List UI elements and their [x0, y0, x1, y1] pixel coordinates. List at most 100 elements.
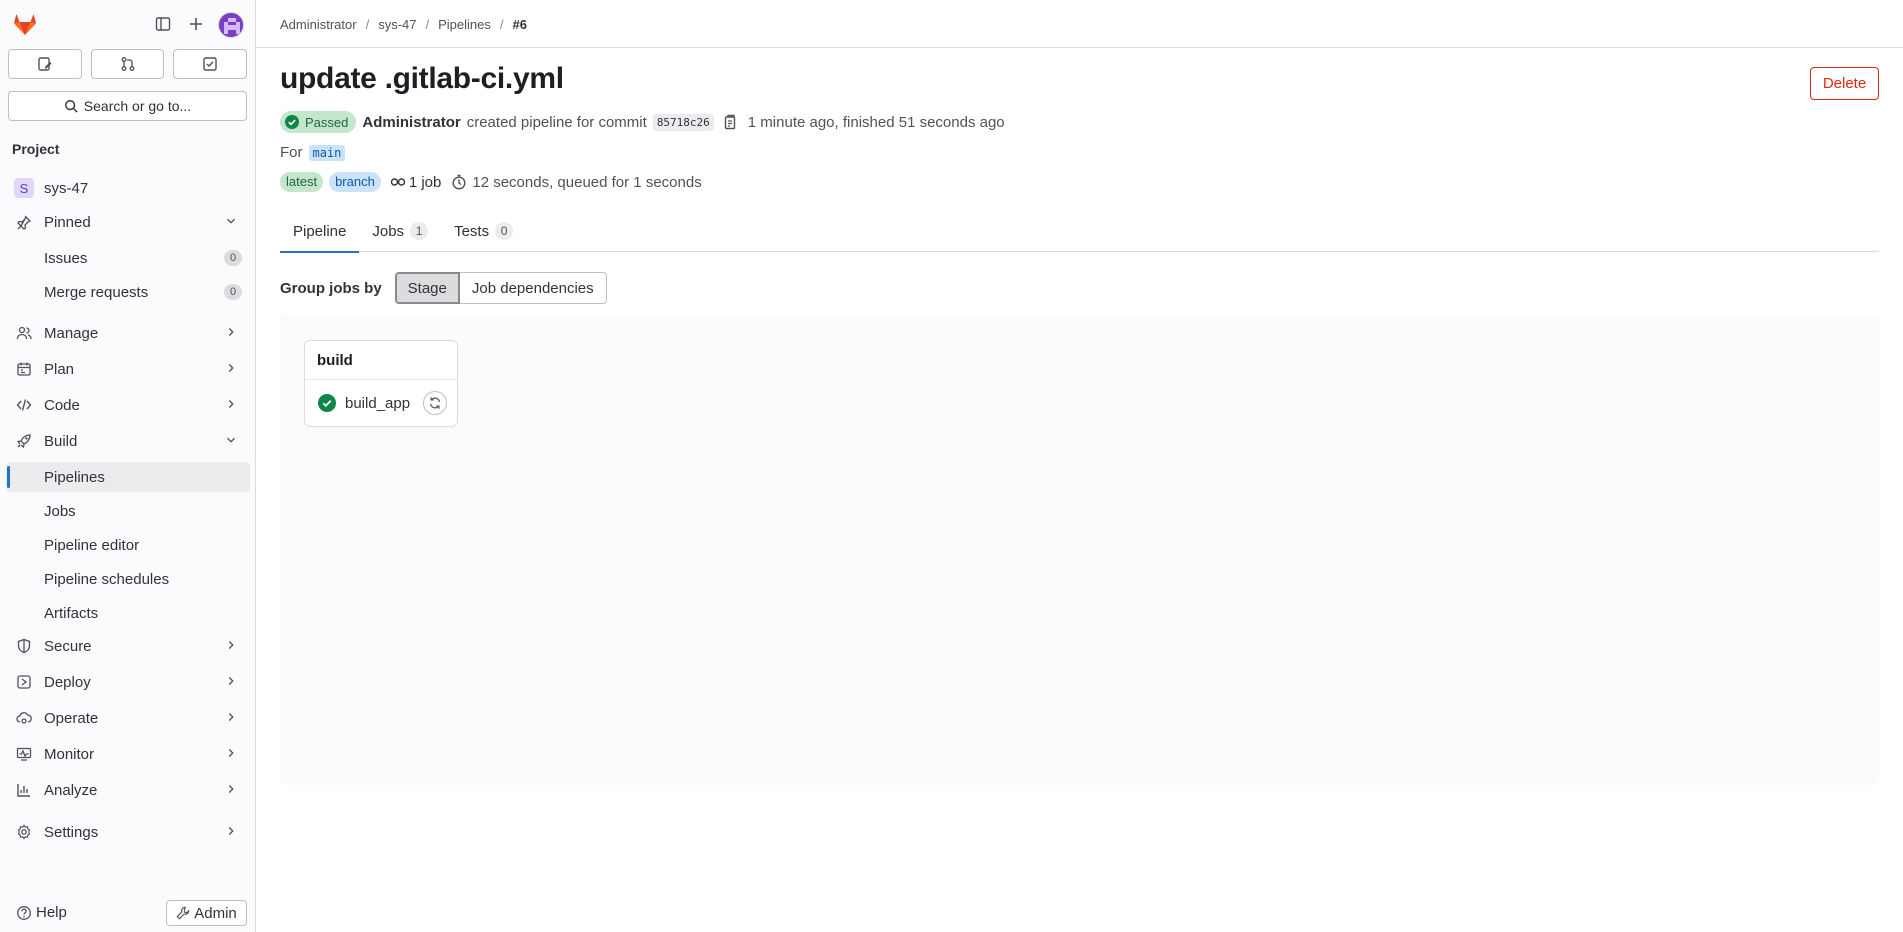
sidebar-item-pipeline-editor[interactable]: Pipeline editor	[6, 530, 250, 560]
created-text: created pipeline for commit	[466, 113, 647, 131]
issues-button[interactable]	[8, 49, 82, 79]
sidebar-item-pipelines[interactable]: Pipelines	[6, 462, 250, 492]
sidebar-item-deploy[interactable]: Deploy	[6, 667, 250, 697]
breadcrumb-item[interactable]: Administrator	[280, 17, 357, 32]
pin-icon	[14, 212, 34, 232]
sidebar-item-label: sys-47	[44, 179, 89, 197]
chevron-right-icon	[224, 746, 238, 764]
chart-icon	[14, 780, 34, 800]
sidebar: Search or go to... Project S sys-47 Pinn…	[0, 0, 256, 932]
tab-jobs[interactable]: Jobs 1	[359, 210, 441, 252]
tab-tests[interactable]: Tests 0	[441, 210, 526, 252]
chevron-right-icon	[224, 638, 238, 656]
sidebar-item-artifacts[interactable]: Artifacts	[6, 598, 250, 628]
status-badge[interactable]: Passed	[280, 111, 357, 133]
chevron-right-icon	[224, 325, 238, 343]
chevron-right-icon	[224, 397, 238, 415]
sidebar-item-analyze[interactable]: Analyze	[6, 775, 250, 805]
merge-requests-button[interactable]	[90, 49, 165, 79]
sidebar-item-merge-requests[interactable]: Merge requests 0	[6, 277, 250, 307]
admin-button[interactable]: Admin	[166, 900, 247, 926]
chevron-down-icon	[224, 433, 238, 451]
avatar[interactable]	[218, 12, 244, 38]
search-button[interactable]: Search or go to...	[8, 91, 247, 121]
divider	[305, 379, 457, 380]
sidebar-item-plan[interactable]: Plan	[6, 354, 250, 384]
latest-badge: latest	[280, 172, 324, 192]
merge-requests-count-badge: 0	[224, 284, 242, 300]
tab-pipeline[interactable]: Pipeline	[280, 210, 360, 253]
breadcrumb-item[interactable]: sys-47	[378, 17, 416, 32]
clock-icon	[452, 174, 466, 190]
breadcrumb-current[interactable]: #6	[513, 17, 527, 32]
retry-icon	[430, 397, 440, 409]
duration-label: 12 seconds, queued for 1 seconds	[472, 173, 702, 191]
group-by-dependencies-button[interactable]: Job dependencies	[459, 272, 607, 304]
sidebar-item-operate[interactable]: Operate	[6, 703, 250, 733]
sidebar-item-pinned[interactable]: Pinned	[6, 207, 250, 237]
monitor-icon	[14, 744, 34, 764]
breadcrumb-separator: /	[425, 17, 430, 32]
sidebar-item-issues[interactable]: Issues 0	[6, 243, 250, 273]
group-by-stage-button[interactable]: Stage	[394, 272, 460, 304]
for-label: For	[280, 144, 303, 161]
stage-column: build build_app	[304, 340, 458, 427]
tab-count-badge: 1	[410, 222, 429, 240]
sidebar-item-label: Plan	[44, 360, 75, 378]
sidebar-toggle-icon[interactable]	[153, 14, 173, 34]
pipeline-graph: build build_app	[280, 315, 1879, 785]
sidebar-header	[0, 0, 255, 48]
sidebar-item-label: Analyze	[44, 781, 98, 799]
job-count-label: 1 job	[408, 173, 442, 191]
pipeline-ref-row: For main	[280, 144, 346, 161]
admin-label: Admin	[194, 904, 237, 922]
copy-icon[interactable]	[724, 114, 738, 130]
search-icon	[64, 100, 78, 113]
sidebar-item-label: Code	[44, 396, 80, 414]
sidebar-item-code[interactable]: Code	[6, 390, 250, 420]
job-item[interactable]: build_app	[317, 390, 447, 416]
issues-count-badge: 0	[224, 250, 242, 266]
pipeline-icon	[390, 178, 406, 186]
author-link[interactable]: Administrator	[362, 114, 460, 131]
sidebar-item-label: Operate	[44, 709, 99, 727]
job-name: build_app	[345, 394, 411, 412]
plus-icon[interactable]	[186, 14, 206, 34]
sidebar-item-settings[interactable]: Settings	[6, 817, 250, 847]
sidebar-item-pipeline-schedules[interactable]: Pipeline schedules	[6, 564, 250, 594]
shield-icon	[14, 636, 34, 656]
retry-button[interactable]	[423, 391, 447, 415]
sidebar-item-project[interactable]: S sys-47	[6, 173, 250, 203]
chevron-right-icon	[224, 710, 238, 728]
calendar-icon	[14, 359, 34, 379]
issues-icon	[38, 57, 52, 71]
sidebar-item-label: Pipeline schedules	[44, 570, 170, 588]
sidebar-item-jobs[interactable]: Jobs	[6, 496, 250, 526]
tab-label: Pipeline	[293, 222, 347, 240]
sidebar-item-label: Build	[44, 432, 78, 450]
gitlab-tanuki-icon[interactable]	[12, 12, 38, 36]
sidebar-item-manage[interactable]: Manage	[6, 318, 250, 348]
todos-button[interactable]	[173, 49, 248, 79]
branch-badge: branch	[329, 172, 381, 192]
sidebar-item-label: Monitor	[44, 745, 95, 763]
sidebar-item-label: Jobs	[44, 502, 76, 520]
project-avatar: S	[14, 178, 34, 198]
breadcrumb-item[interactable]: Pipelines	[438, 17, 491, 32]
help-button[interactable]: Help	[16, 904, 67, 921]
sidebar-item-label: Deploy	[44, 673, 91, 691]
sidebar-item-label: Secure	[44, 637, 92, 655]
stage-title: build	[317, 352, 353, 369]
delete-button[interactable]: Delete	[1810, 67, 1879, 100]
sidebar-item-monitor[interactable]: Monitor	[6, 739, 250, 769]
commit-sha[interactable]: 85718c26	[652, 113, 714, 131]
sidebar-item-label: Settings	[44, 823, 99, 841]
status-success-icon	[318, 394, 336, 412]
sidebar-item-build[interactable]: Build	[6, 426, 250, 456]
sidebar-item-secure[interactable]: Secure	[6, 631, 250, 661]
job-count: 1 job	[390, 173, 442, 191]
ref-link[interactable]: main	[308, 144, 346, 161]
gear-icon	[14, 822, 34, 842]
sidebar-item-label: Manage	[44, 324, 99, 342]
help-label: Help	[36, 904, 67, 921]
